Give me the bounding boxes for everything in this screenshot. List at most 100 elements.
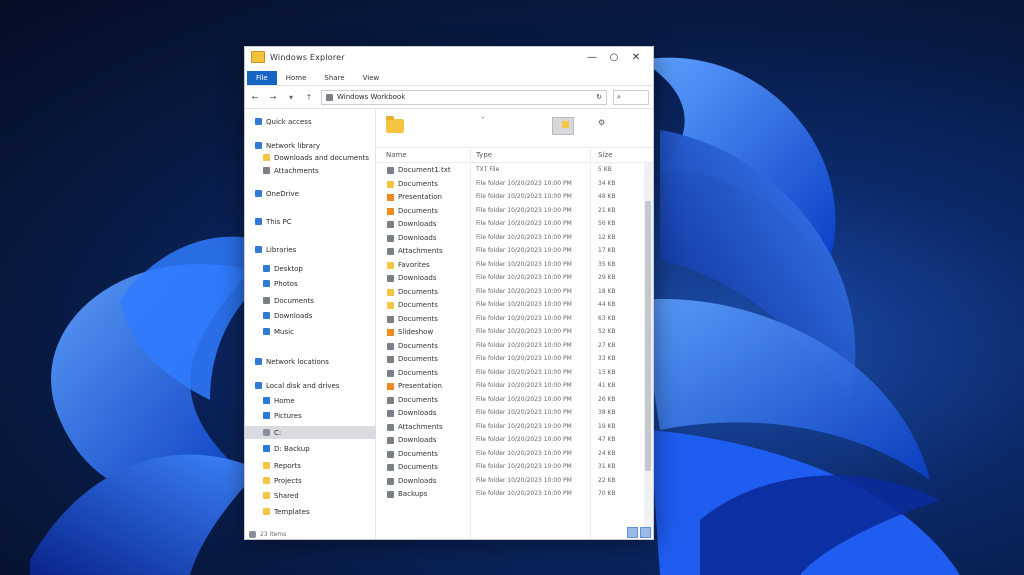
file-row[interactable]: Downloads File folder 10/20/2023 10:00 PM… <box>376 271 638 285</box>
recent-dropdown-icon[interactable]: ▾ <box>285 93 297 102</box>
back-arrow-icon[interactable]: ← <box>249 93 261 102</box>
close-button[interactable]: ✕ <box>625 47 647 67</box>
file-name: Documents <box>398 368 438 377</box>
sidebar-item-label: Libraries <box>266 245 297 254</box>
sidebar-item-label: D: Backup <box>274 444 310 453</box>
sidebar-item-label: Network library <box>266 141 320 150</box>
file-name: Downloads <box>398 274 437 282</box>
sidebar-item[interactable]: Reports <box>245 459 393 472</box>
sidebar-item[interactable]: Network locations <box>245 355 385 368</box>
drive-icon <box>249 531 256 538</box>
location-icon <box>263 265 270 272</box>
file-row[interactable]: Document1.txt TXT File 5 KB <box>376 163 638 177</box>
sidebar-item[interactable]: Quick access <box>245 115 385 128</box>
file-row[interactable]: Presentation File folder 10/20/2023 10:00… <box>376 190 638 204</box>
file-name: Documents <box>398 395 438 404</box>
file-size: 52 KB <box>598 328 616 335</box>
sidebar-item[interactable]: Desktop <box>245 262 393 275</box>
sidebar-item[interactable]: Home <box>245 394 393 407</box>
file-name: Attachments <box>398 247 443 255</box>
file-type: File folder 10/20/2023 10:00 PM <box>476 490 572 497</box>
file-row[interactable]: Slideshow File folder 10/20/2023 10:00 PM… <box>376 325 638 339</box>
file-row[interactable]: Documents File folder 10/20/2023 10:00 PM… <box>376 204 638 218</box>
sidebar-item[interactable]: Downloads and documents <box>245 151 393 164</box>
file-row[interactable]: Documents File folder 10/20/2023 10:00 PM… <box>376 285 638 299</box>
sidebar-item[interactable]: Music <box>245 325 393 338</box>
file-row[interactable]: Downloads File folder 10/20/2023 10:00 PM… <box>376 474 638 488</box>
file-icon <box>387 221 394 228</box>
file-row[interactable]: Presentation File folder 10/20/2023 10:00… <box>376 379 638 393</box>
sidebar-item[interactable]: OneDrive <box>245 187 385 200</box>
tab-file[interactable]: File <box>247 71 277 85</box>
sidebar-item-label: Photos <box>274 279 298 288</box>
header-name[interactable]: Name <box>386 151 407 159</box>
location-icon <box>263 280 270 287</box>
more-options-icon[interactable]: ⚙ <box>598 118 605 127</box>
location-icon <box>263 167 270 174</box>
sidebar-item-label: Shared <box>274 491 299 500</box>
ribbon-tabs: File Home Share View <box>245 67 653 86</box>
file-row[interactable]: Backups File folder 10/20/2023 10:00 PM 70… <box>376 487 638 501</box>
navigation-bar: ← → ▾ ↑ Windows Workbook ↻ ⌕ <box>245 86 653 109</box>
file-size: 31 KB <box>598 463 616 470</box>
file-row[interactable]: Documents File folder 10/20/2023 10:00 PM… <box>376 312 638 326</box>
sidebar-item[interactable]: Templates <box>245 505 393 518</box>
file-size: 18 KB <box>598 287 616 295</box>
vertical-scrollbar[interactable] <box>644 161 653 536</box>
file-row[interactable]: Favorites File folder 10/20/2023 10:00 PM… <box>376 258 638 272</box>
file-row[interactable]: Downloads File folder 10/20/2023 10:00 PM… <box>376 433 638 447</box>
minimize-button[interactable]: — <box>581 47 603 67</box>
file-type: File folder 10/20/2023 10:00 PM <box>476 179 572 187</box>
file-name: Downloads <box>398 233 437 242</box>
file-row[interactable]: Documents File folder 10/20/2023 10:00 PM… <box>376 339 638 353</box>
search-input[interactable]: ⌕ <box>613 89 649 105</box>
file-row[interactable]: Documents File folder 10/20/2023 10:00 PM… <box>376 366 638 380</box>
sidebar-item[interactable]: Photos <box>245 277 393 290</box>
up-arrow-icon[interactable]: ↑ <box>303 93 315 102</box>
tab-view[interactable]: View <box>354 71 389 85</box>
details-view-button[interactable] <box>627 527 638 538</box>
sidebar-item[interactable]: D: Backup <box>245 442 393 455</box>
file-name: Downloads <box>398 476 437 485</box>
file-row[interactable]: Documents File folder 10/20/2023 10:00 PM… <box>376 393 638 407</box>
sidebar-item[interactable]: Pictures <box>245 409 393 422</box>
file-type: File folder 10/20/2023 10:00 PM <box>476 274 572 281</box>
thumbnails-view-button[interactable] <box>640 527 651 538</box>
presentation-file-icon <box>387 383 394 390</box>
file-type: File folder 10/20/2023 10:00 PM <box>476 220 572 227</box>
view-options-button[interactable] <box>552 117 574 135</box>
sidebar-item[interactable]: Shared <box>245 489 393 502</box>
tab-share[interactable]: Share <box>315 71 353 85</box>
maximize-button[interactable]: ○ <box>603 47 625 67</box>
file-type: File folder 10/20/2023 10:00 PM <box>476 301 572 308</box>
sidebar-item[interactable]: This PC <box>245 215 385 228</box>
sidebar-item[interactable]: Downloads <box>245 309 393 322</box>
address-bar[interactable]: Windows Workbook ↻ <box>321 89 607 105</box>
file-name: Downloads <box>398 436 437 444</box>
file-row[interactable]: Downloads File folder 10/20/2023 10:00 PM… <box>376 231 638 245</box>
sidebar-item[interactable]: Documents <box>245 294 393 307</box>
scrollbar-thumb[interactable] <box>645 201 651 471</box>
forward-arrow-icon[interactable]: → <box>267 93 279 102</box>
file-row[interactable]: Attachments File folder 10/20/2023 10:00 … <box>376 244 638 258</box>
refresh-icon[interactable]: ↻ <box>596 93 602 101</box>
sidebar-item[interactable]: Projects <box>245 474 393 487</box>
file-row[interactable]: Documents File folder 10/20/2023 10:00 PM… <box>376 447 638 461</box>
header-size[interactable]: Size <box>598 151 612 159</box>
file-row[interactable]: Downloads File folder 10/20/2023 10:00 PM… <box>376 217 638 231</box>
file-list-pane: • ⚙ Name Type Size Document1.txt TXT File… <box>376 109 653 539</box>
file-row[interactable]: Documents File folder 10/20/2023 10:00 PM… <box>376 298 638 312</box>
sidebar-item[interactable]: Local disk and drives <box>245 379 385 392</box>
sidebar-item[interactable]: Attachments <box>245 164 393 177</box>
tab-home[interactable]: Home <box>277 71 316 85</box>
file-name: Documents <box>398 449 438 458</box>
file-row[interactable]: Attachments File folder 10/20/2023 10:00 … <box>376 420 638 434</box>
file-row[interactable]: Documents File folder 10/20/2023 10:00 PM… <box>376 177 638 191</box>
sidebar-item[interactable]: C: <box>245 426 393 439</box>
sidebar-item[interactable]: Libraries <box>245 243 385 256</box>
file-row[interactable]: Documents File folder 10/20/2023 10:00 PM… <box>376 352 638 366</box>
file-row[interactable]: Documents File folder 10/20/2023 10:00 PM… <box>376 460 638 474</box>
file-name: Documents <box>398 206 438 215</box>
file-row[interactable]: Downloads File folder 10/20/2023 10:00 PM… <box>376 406 638 420</box>
header-type[interactable]: Type <box>476 151 492 159</box>
